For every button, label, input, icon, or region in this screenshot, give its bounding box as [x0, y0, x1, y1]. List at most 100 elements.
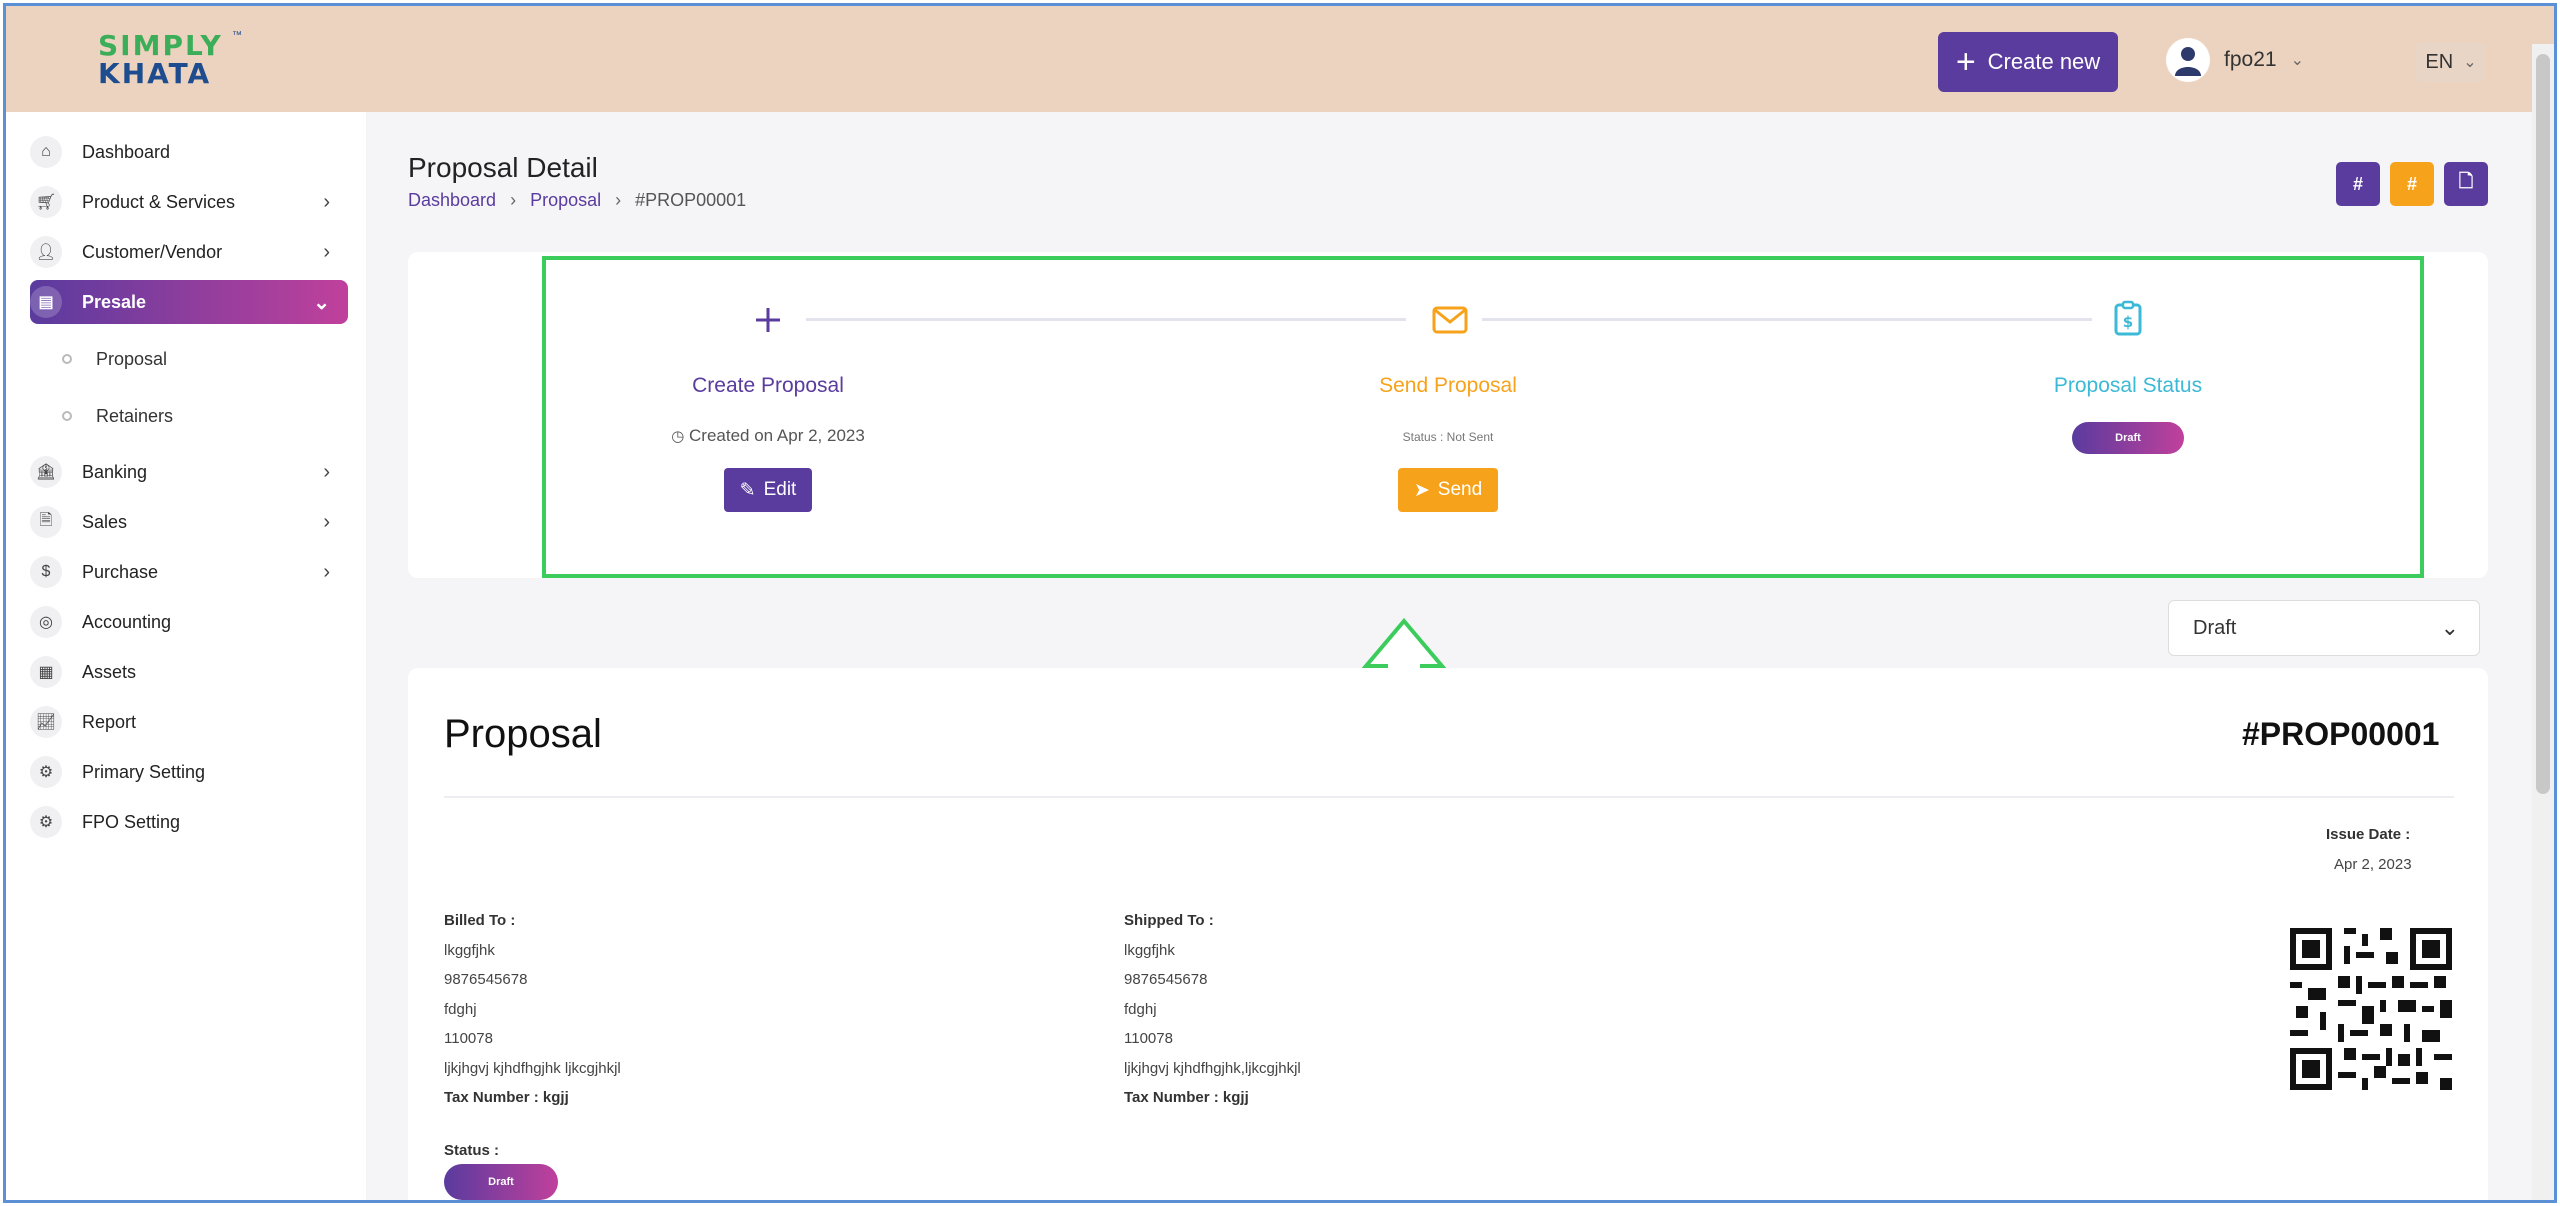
clock-icon: ◷: [671, 428, 685, 445]
sidebar-item-label: Purchase: [82, 561, 159, 582]
scrollbar-thumb[interactable]: [2536, 54, 2550, 794]
edit-button[interactable]: ✎ Edit: [724, 468, 812, 512]
file-icon: 🗎: [30, 506, 62, 538]
edit-icon: ✎: [739, 479, 756, 501]
calculator-icon: ▦: [30, 656, 62, 688]
cart-icon: 🛒︎: [30, 186, 62, 218]
sidebar-item-banking[interactable]: 🏦︎ Banking ›: [30, 452, 348, 492]
logo-trademark: ™: [232, 30, 242, 41]
status-badge: Draft: [2072, 422, 2184, 454]
shipped-address-line: fdghj: [1124, 1000, 1157, 1018]
sidebar-item-report[interactable]: 📈︎ Report: [30, 702, 348, 742]
page-title: Proposal Detail: [408, 152, 598, 183]
copy-link-button[interactable]: #: [2336, 162, 2380, 206]
send-status-text: Status : Not Sent: [1402, 430, 1494, 444]
progress-line: [806, 318, 1406, 321]
edit-label: Edit: [763, 479, 797, 500]
shipped-to-heading: Shipped To :: [1124, 912, 1214, 929]
download-pdf-button[interactable]: 🗋: [2444, 162, 2488, 206]
envelope-icon: [1430, 300, 1470, 340]
sidebar-item-customer-vendor[interactable]: 👤︎ Customer/Vendor ›: [30, 232, 348, 272]
sidebar-item-label: Banking: [82, 461, 148, 482]
breadcrumb: Dashboard › Proposal › #PROP00001: [408, 190, 746, 211]
action-toolbar: # # 🗋: [2336, 162, 2488, 206]
language-label: EN: [2425, 50, 2454, 73]
clipboard-icon: ▤: [30, 286, 62, 318]
sidebar-subitem-retainers[interactable]: Retainers: [62, 399, 173, 433]
chevron-right-icon: ›: [323, 240, 330, 263]
send-button[interactable]: ➤ Send: [1398, 468, 1498, 512]
billed-tax-number: Tax Number : kgjj: [444, 1089, 569, 1106]
sidebar-subitem-proposal[interactable]: Proposal: [62, 342, 167, 376]
logo-line1: SIMPLY: [98, 29, 223, 62]
chart-icon: 📈︎: [30, 706, 62, 738]
sidebar-item-label: Report: [82, 711, 137, 732]
sidebar-item-label: Primary Setting: [82, 761, 206, 782]
issue-date-value: Apr 2, 2023: [2334, 856, 2412, 873]
receipt-icon: $: [30, 556, 62, 588]
sidebar-item-primary-setting[interactable]: ⚙ Primary Setting: [30, 752, 348, 792]
step-status-title: Proposal Status: [2053, 374, 2203, 397]
billed-to-block: Billed To : lkggfjhk 9876545678 fdghj 11…: [444, 906, 621, 1113]
username: fpo21: [2224, 48, 2277, 71]
create-new-button[interactable]: + Create new: [1938, 32, 2118, 92]
shipped-phone: 9876545678: [1124, 971, 1208, 988]
breadcrumb-separator: ›: [615, 190, 622, 210]
billed-to-heading: Billed To :: [444, 912, 516, 929]
sidebar-item-purchase[interactable]: $ Purchase ›: [30, 552, 348, 592]
proposal-document: [408, 668, 2488, 1200]
billed-address-line: fdghj: [444, 1000, 477, 1018]
avatar-icon: [2166, 38, 2210, 82]
sidebar: ⌂ Dashboard 🛒︎ Product & Services › 👤︎ C…: [6, 112, 366, 1200]
billed-name: lkggfjhk: [444, 941, 495, 959]
svg-text:$: $: [2123, 313, 2133, 331]
billed-address-line: ljkjhgvj kjhdfhgjhk ljkcgjhkjl: [444, 1059, 621, 1077]
accounting-icon: ◎: [30, 606, 62, 638]
duplicate-button[interactable]: #: [2390, 162, 2434, 206]
shipped-name: lkggfjhk: [1124, 941, 1175, 959]
chevron-down-icon: ⌄: [2463, 54, 2477, 71]
shipped-address-line: ljkjhgvj kjhdfhgjhk,ljkcgjhkjl: [1124, 1059, 1301, 1077]
scrollbar[interactable]: [2532, 44, 2554, 1200]
chevron-down-icon: ⌄: [313, 291, 330, 314]
send-icon: ➤: [1413, 479, 1430, 501]
status-select[interactable]: Draft ⌄: [2168, 600, 2480, 656]
sidebar-item-fpo-setting[interactable]: ⚙ FPO Setting: [30, 802, 348, 842]
issue-date-label: Issue Date :: [2326, 826, 2411, 843]
sidebar-subitem-label: Retainers: [96, 405, 174, 426]
sidebar-item-label: Assets: [82, 661, 137, 682]
created-on-text: ◷ Created on Apr 2, 2023: [618, 426, 918, 446]
simplykhata-logo[interactable]: SIMPLY KHATA ™: [98, 29, 248, 92]
sidebar-item-label: Accounting: [82, 611, 172, 632]
sidebar-item-product-services[interactable]: 🛒︎ Product & Services ›: [30, 182, 348, 222]
create-new-label: Create new: [1987, 49, 2101, 74]
breadcrumb-dashboard[interactable]: Dashboard: [408, 190, 496, 211]
chevron-down-icon: ⌄: [2440, 615, 2459, 640]
chevron-right-icon: ›: [323, 560, 330, 583]
app-frame: SIMPLY KHATA ™ + Create new fpo21 ⌄ EN ⌄…: [3, 3, 2557, 1203]
chevron-right-icon: ›: [323, 190, 330, 213]
step-create-title: Create Proposal: [692, 374, 844, 397]
bullet-icon: [62, 354, 72, 364]
sidebar-item-accounting[interactable]: ◎ Accounting: [30, 602, 348, 642]
sidebar-item-label: Dashboard: [82, 141, 171, 162]
language-selector[interactable]: EN ⌄: [2416, 42, 2486, 82]
step-send-title: Send Proposal: [1379, 374, 1517, 397]
user-menu[interactable]: fpo21 ⌄: [2166, 38, 2304, 82]
sidebar-item-sales[interactable]: 🗎 Sales ›: [30, 502, 348, 542]
sidebar-item-label: Product & Services: [82, 191, 236, 212]
bank-icon: 🏦︎: [30, 456, 62, 488]
top-header: SIMPLY KHATA ™ + Create new fpo21 ⌄ EN ⌄: [6, 6, 2554, 112]
sidebar-item-label: Presale: [82, 291, 147, 312]
status-label: Status :: [444, 1142, 500, 1159]
shipped-to-block: Shipped To : lkggfjhk 9876545678 fdghj 1…: [1124, 906, 1301, 1113]
user-plus-icon: 👤︎: [30, 236, 62, 268]
created-on-label: Created on Apr 2, 2023: [689, 426, 865, 445]
sidebar-item-dashboard[interactable]: ⌂ Dashboard: [30, 132, 348, 172]
shipped-tax-number: Tax Number : kgjj: [1124, 1089, 1249, 1106]
sidebar-item-presale[interactable]: ▤ Presale ⌄: [30, 280, 348, 324]
sidebar-item-label: FPO Setting: [82, 811, 181, 832]
breadcrumb-separator: ›: [510, 190, 517, 210]
breadcrumb-proposal[interactable]: Proposal: [530, 190, 601, 211]
sidebar-item-assets[interactable]: ▦ Assets: [30, 652, 348, 692]
